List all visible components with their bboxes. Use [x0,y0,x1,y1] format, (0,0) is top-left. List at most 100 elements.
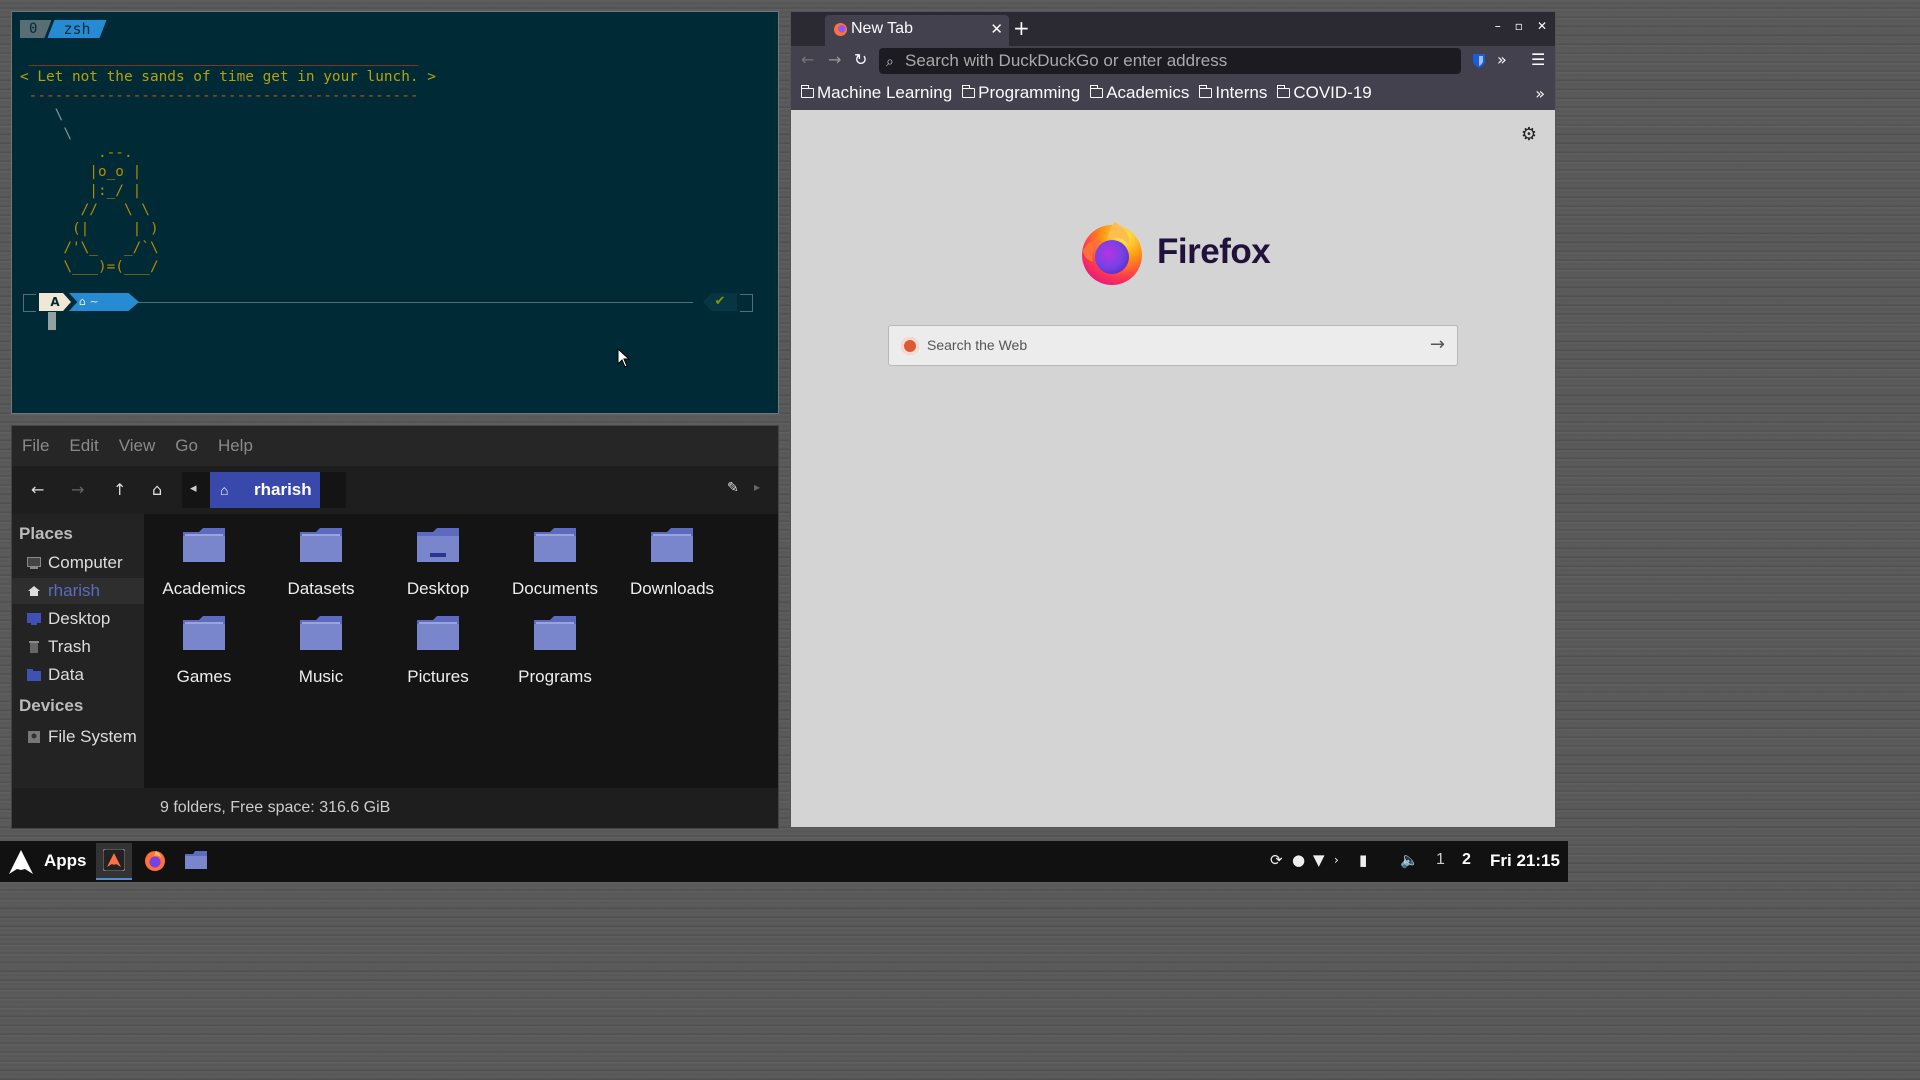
folder-app-icon [185,851,207,869]
sidebar: Places Computer rharish Desktop Trash Da… [12,514,144,828]
folder-icon [961,85,976,98]
close-tab-icon[interactable]: ✕ [990,20,1003,38]
up-arrow-icon[interactable]: ↑ [113,480,126,499]
folder-icon [534,528,576,562]
chevron-right-icon[interactable]: › [1334,853,1339,867]
bookmark-machine-learning[interactable]: Machine Learning [800,83,952,103]
menu-edit[interactable]: Edit [69,436,98,456]
bookmarks-overflow-icon[interactable]: » [1535,84,1545,103]
settings-gear-icon[interactable]: ⚙ [1521,124,1537,145]
taskbar-terminal[interactable] [96,843,132,880]
path-scroll-right-icon[interactable]: ▸ [754,480,760,494]
bookmark-interns[interactable]: Interns [1198,83,1267,103]
web-search-box[interactable]: Search the Web → [888,325,1458,366]
sidebar-item-desktop[interactable]: Desktop [12,606,144,632]
breadcrumb-label: rharish [254,480,312,499]
folder-games[interactable]: Games [149,614,259,687]
reload-button[interactable]: ↻ [854,50,867,69]
sidebar-places-header: Places [19,524,73,543]
menu-help[interactable]: Help [218,436,253,456]
folder-icon [800,85,814,98]
terminal-app-icon [103,849,125,871]
sync-icon[interactable]: ⟳ [1270,851,1283,869]
cowsay-speech-tail: \ \ [54,107,72,142]
clock[interactable]: Fri 21:15 [1490,851,1560,871]
forward-arrow-icon[interactable]: → [71,480,84,499]
folder-label: Datasets [287,579,355,598]
menu-view[interactable]: View [119,436,156,456]
edit-path-icon[interactable]: ✎ [727,480,739,496]
hamburger-menu-icon[interactable]: ☰ [1531,50,1545,69]
prompt-rule [113,302,693,303]
minimize-icon[interactable]: – [1495,19,1501,33]
taskbar-firefox[interactable] [137,843,173,880]
sidebar-item-rharish[interactable]: rharish [12,578,144,604]
cowsay-message: < Let not the sands of time get in your … [20,69,436,85]
workspace-2[interactable]: 2 [1462,851,1471,869]
sidebar-item-label: rharish [48,581,100,600]
bookmark-programming[interactable]: Programming [961,83,1080,103]
tmux-status-bar: 0 zsh [20,20,107,38]
wifi-icon[interactable]: ▼ [1313,851,1325,869]
folder-label: Pictures [407,667,469,686]
desktop-icon [27,613,41,625]
menu-file[interactable]: File [22,436,49,456]
search-go-arrow-icon[interactable]: → [1430,334,1445,355]
battery-icon[interactable]: ▮ [1359,851,1367,869]
folder-label: Music [298,667,344,686]
path-bar: ◂ ⌂ rharish [182,472,346,508]
folder-academics[interactable]: Academics [149,526,259,599]
tab-new-tab[interactable]: New Tab ✕ [825,15,1009,46]
check-circle-icon[interactable]: ● [1292,851,1305,869]
file-manager-window[interactable]: File Edit View Go Help ← → ↑ ⌂ ◂ ⌂ rhari… [11,425,779,829]
folder-icon [1198,85,1213,98]
sidebar-item-file-system[interactable]: File System [12,724,144,750]
arch-logo-icon[interactable] [8,849,34,875]
apps-menu-button[interactable]: Apps [44,851,87,871]
folder-downloads[interactable]: Downloads [617,526,727,599]
folder-datasets[interactable]: Datasets [266,526,376,599]
folder-desktop[interactable]: Desktop [383,526,493,599]
close-window-icon[interactable]: ✕ [1537,19,1547,33]
folder-icon [651,528,693,562]
folder-programs[interactable]: Programs [500,614,610,687]
sidebar-item-label: Trash [48,637,91,656]
tab-bar: New Tab ✕ + – ▫ ✕ [791,12,1555,46]
folder-icon [27,669,41,681]
workspace-1[interactable]: 1 [1436,851,1445,869]
overflow-menu-icon[interactable]: » [1497,50,1507,69]
bitwarden-extension-icon[interactable] [1472,53,1486,69]
folder-icon [300,528,342,562]
folder-pictures[interactable]: Pictures [383,614,493,687]
terminal-window[interactable]: 0 zsh __________________________________… [11,11,779,414]
forward-button[interactable]: → [828,50,841,69]
sidebar-item-trash[interactable]: Trash [12,634,144,660]
tmux-window-name[interactable]: zsh [47,20,106,38]
home-icon: ⌂ [220,482,229,498]
url-bar[interactable]: ⌕ Search with DuckDuckGo or enter addres… [879,48,1461,74]
volume-icon[interactable]: 🔈 [1400,851,1419,869]
back-button[interactable]: ← [801,50,814,69]
sidebar-item-data[interactable]: Data [12,662,144,688]
bookmark-academics[interactable]: Academics [1089,83,1189,103]
breadcrumb-rharish[interactable]: ⌂ rharish [210,472,320,508]
home-icon [28,586,40,596]
sidebar-item-computer[interactable]: Computer [12,550,144,576]
folder-documents[interactable]: Documents [500,526,610,599]
back-arrow-icon[interactable]: ← [31,480,44,499]
taskbar-file-manager[interactable] [178,843,214,880]
folder-icon [1089,85,1104,98]
menu-go[interactable]: Go [175,436,198,456]
tmux-window-index[interactable]: 0 [20,20,51,38]
firefox-window[interactable]: New Tab ✕ + – ▫ ✕ ← → ↻ ⌕ Search with Du… [790,11,1556,828]
firefox-app-icon [145,851,165,871]
tab-title: New Tab [851,20,913,37]
terminal-cursor [48,312,56,330]
path-scroll-left-icon[interactable]: ◂ [190,481,197,496]
bookmark-covid-19[interactable]: COVID-19 [1276,83,1372,103]
home-icon[interactable]: ⌂ [152,480,162,499]
folder-music[interactable]: Music [266,614,376,687]
sidebar-item-label: Computer [48,553,123,572]
new-tab-button[interactable]: + [1013,16,1030,40]
maximize-icon[interactable]: ▫ [1515,19,1523,33]
